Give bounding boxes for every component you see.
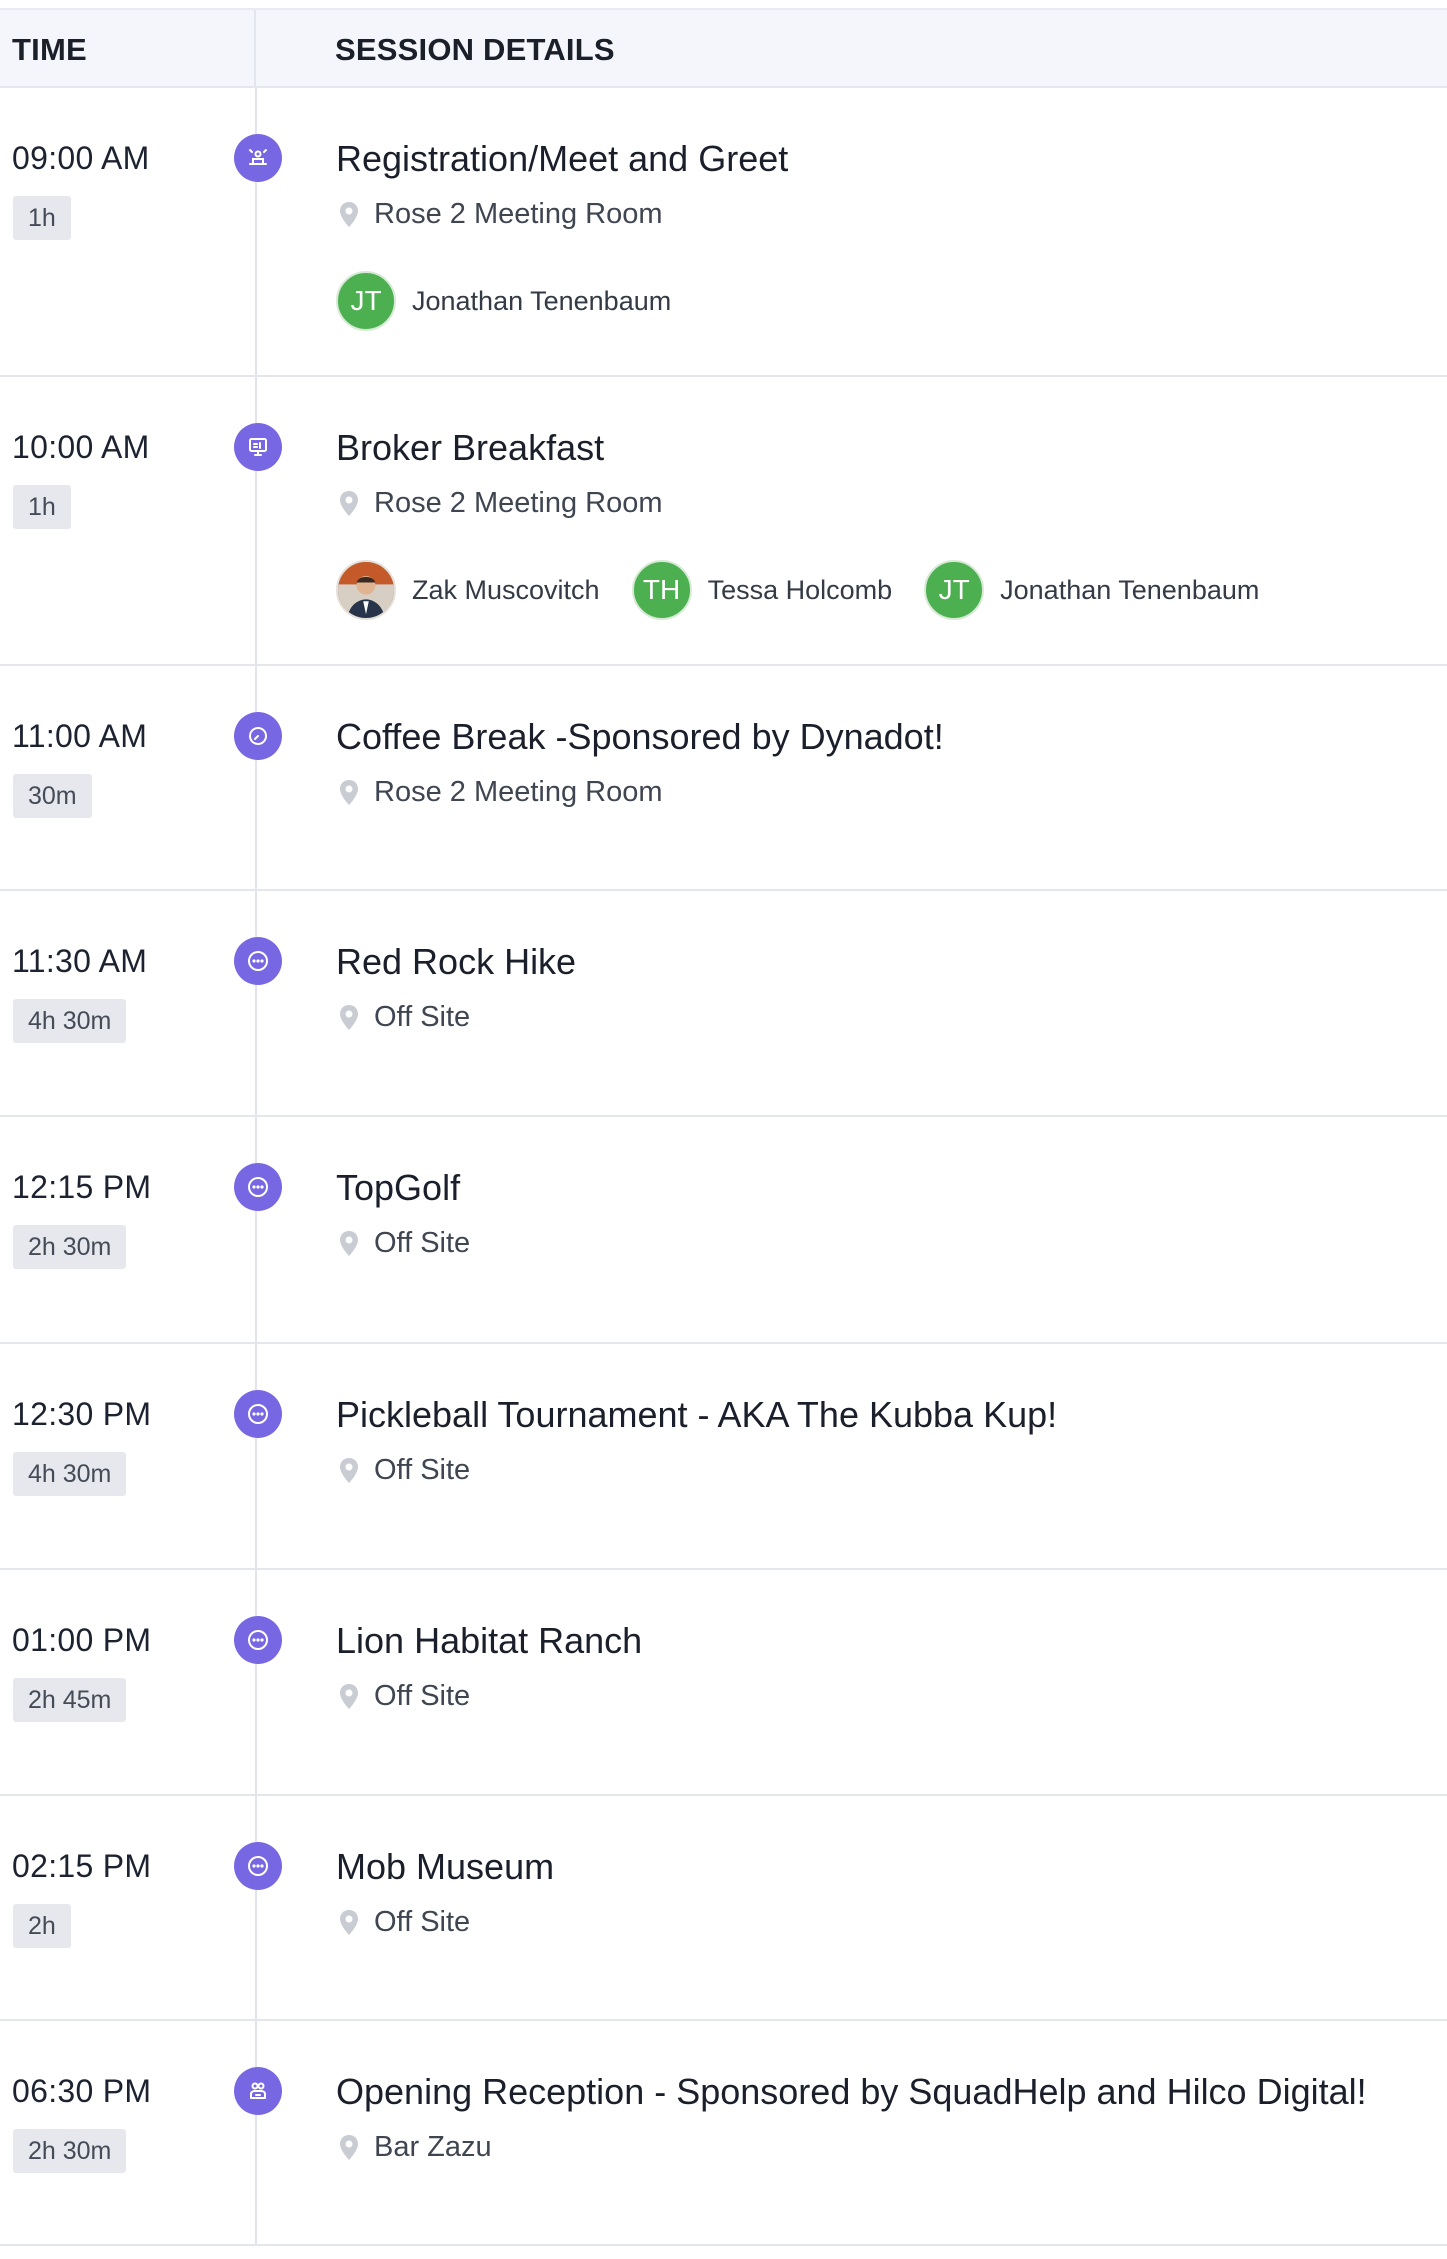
session-time: 02:15 PM	[12, 1848, 152, 1884]
duration-badge: 30m	[13, 774, 92, 818]
session-row[interactable]: 09:00 AM 1h Registration/Meet and Greet …	[0, 88, 1447, 377]
session-title[interactable]: Red Rock Hike	[336, 941, 576, 983]
session-time: 12:15 PM	[12, 1169, 152, 1205]
session-time: 10:00 AM	[12, 429, 150, 465]
session-row[interactable]: 12:15 PM 2h 30m TopGolf Off Site	[0, 1117, 1447, 1344]
session-location: Off Site	[336, 1454, 470, 1487]
session-location: Off Site	[336, 1227, 470, 1260]
speaker-name: Zak Muscovitch	[412, 574, 600, 605]
session-location: Off Site	[336, 1906, 470, 1939]
location-pin-icon	[340, 1457, 358, 1483]
duration-badge: 2h 30m	[13, 2129, 127, 2173]
speaker-item[interactable]: TH Tessa Holcomb	[631, 560, 893, 620]
avatar	[336, 560, 396, 620]
session-row[interactable]: 01:00 PM 2h 45m Lion Habitat Ranch Off S…	[0, 1570, 1447, 1796]
column-divider	[254, 10, 256, 86]
session-title[interactable]: Pickleball Tournament - AKA The Kubba Ku…	[336, 1394, 1057, 1436]
session-time: 01:00 PM	[12, 1622, 152, 1658]
registration-icon	[234, 134, 282, 182]
session-row[interactable]: 11:00 AM 30m Coffee Break -Sponsored by …	[0, 666, 1447, 891]
avatar: JT	[924, 560, 985, 620]
session-row[interactable]: 06:30 PM 2h 30m Opening Reception - Spon…	[0, 2021, 1447, 2246]
presentation-icon	[234, 423, 282, 471]
session-row[interactable]: 12:30 PM 4h 30m Pickleball Tournament - …	[0, 1344, 1447, 1570]
duration-badge: 1h	[13, 485, 71, 529]
avatar: TH	[631, 560, 692, 620]
session-location: Rose 2 Meeting Room	[336, 487, 663, 520]
time-column-header: TIME	[12, 32, 87, 67]
speaker-list: Zak Muscovitch TH Tessa Holcomb JT Jonat…	[336, 560, 1291, 620]
location-pin-icon	[340, 1004, 358, 1030]
more-icon	[234, 1616, 282, 1664]
location-pin-icon	[340, 1683, 358, 1709]
location-pin-icon	[340, 2134, 358, 2160]
session-title[interactable]: Opening Reception - Sponsored by SquadHe…	[336, 2071, 1367, 2113]
duration-badge: 2h 30m	[13, 1225, 127, 1269]
session-title[interactable]: TopGolf	[336, 1167, 460, 1209]
speaker-name: Jonathan Tenenbaum	[1000, 574, 1260, 605]
speaker-list: JT Jonathan Tenenbaum	[336, 271, 703, 331]
location-name: Off Site	[374, 1680, 471, 1712]
speaker-name: Tessa Holcomb	[707, 574, 893, 605]
session-title[interactable]: Broker Breakfast	[336, 427, 604, 469]
session-schedule: TIME SESSION DETAILS 09:00 AM 1h Registr…	[0, 0, 1447, 2259]
reception-icon	[234, 2067, 282, 2115]
location-pin-icon	[340, 1909, 358, 1935]
session-details-column-header: SESSION DETAILS	[335, 32, 615, 67]
speaker-item[interactable]: Zak Muscovitch	[336, 560, 600, 620]
location-name: Off Site	[374, 1227, 471, 1259]
duration-badge: 2h 45m	[13, 1678, 127, 1722]
session-location: Rose 2 Meeting Room	[336, 198, 663, 231]
break-icon	[234, 712, 282, 760]
session-time: 12:30 PM	[12, 1396, 152, 1432]
location-pin-icon	[340, 490, 358, 516]
session-row[interactable]: 10:00 AM 1h Broker Breakfast Rose 2 Meet…	[0, 377, 1447, 666]
speaker-item[interactable]: JT Jonathan Tenenbaum	[924, 560, 1259, 620]
session-time: 09:00 AM	[12, 140, 150, 176]
session-title[interactable]: Mob Museum	[336, 1846, 554, 1888]
more-icon	[234, 1390, 282, 1438]
more-icon	[234, 1163, 282, 1211]
duration-badge: 2h	[13, 1904, 71, 1948]
session-title[interactable]: Registration/Meet and Greet	[336, 138, 788, 180]
session-title[interactable]: Coffee Break -Sponsored by Dynadot!	[336, 716, 944, 758]
session-location: Rose 2 Meeting Room	[336, 776, 663, 809]
session-title[interactable]: Lion Habitat Ranch	[336, 1620, 642, 1662]
duration-badge: 1h	[13, 196, 71, 240]
location-pin-icon	[340, 1230, 358, 1256]
session-row[interactable]: 11:30 AM 4h 30m Red Rock Hike Off Site	[0, 891, 1447, 1117]
location-name: Rose 2 Meeting Room	[374, 776, 663, 808]
location-pin-icon	[340, 779, 358, 805]
avatar: JT	[336, 271, 396, 331]
more-icon	[234, 937, 282, 985]
location-pin-icon	[340, 201, 358, 227]
location-name: Rose 2 Meeting Room	[374, 198, 663, 230]
location-name: Off Site	[374, 1906, 471, 1938]
session-time: 11:30 AM	[12, 943, 148, 979]
duration-badge: 4h 30m	[13, 999, 127, 1043]
speaker-name: Jonathan Tenenbaum	[412, 285, 672, 316]
session-row[interactable]: 02:15 PM 2h Mob Museum Off Site	[0, 1796, 1447, 2021]
session-location: Off Site	[336, 1001, 470, 1034]
session-location: Bar Zazu	[336, 2131, 492, 2164]
session-time: 11:00 AM	[12, 718, 148, 754]
speaker-item[interactable]: JT Jonathan Tenenbaum	[336, 271, 671, 331]
more-icon	[234, 1842, 282, 1890]
schedule-header: TIME SESSION DETAILS	[0, 8, 1447, 88]
session-time: 06:30 PM	[12, 2073, 152, 2109]
session-location: Off Site	[336, 1680, 470, 1713]
location-name: Off Site	[374, 1001, 471, 1033]
duration-badge: 4h 30m	[13, 1452, 127, 1496]
location-name: Bar Zazu	[374, 2131, 492, 2163]
location-name: Rose 2 Meeting Room	[374, 487, 663, 519]
speaker-photo	[338, 562, 394, 618]
location-name: Off Site	[374, 1454, 471, 1486]
